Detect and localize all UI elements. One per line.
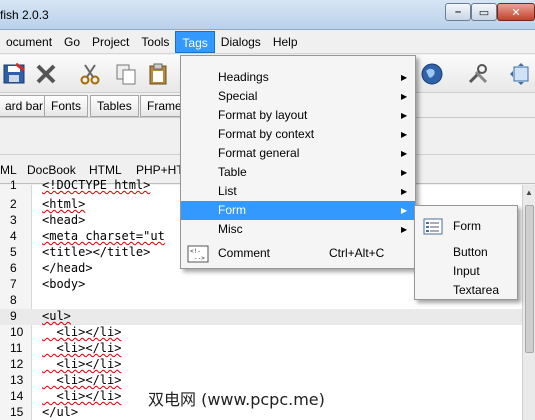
menu-tags[interactable]: Tags [175,30,215,53]
tab-fonts[interactable]: Fonts [44,95,89,117]
menu-item-format-by-layout[interactable]: Format by layout ▶ [181,106,415,125]
menu-project[interactable]: Project [86,31,135,53]
submenu-item-button[interactable]: Button [415,243,517,262]
menu-tools[interactable]: Tools [135,31,175,53]
tools-icon [468,64,488,84]
menu-item-special[interactable]: Special ▶ [181,87,415,106]
menu-item-format-general[interactable]: Format general ▶ [181,144,415,163]
comment-shortcut: Ctrl+Alt+C [329,246,385,260]
tab-html[interactable]: HTML [89,163,122,177]
tab-quickbar[interactable]: ard bar [0,95,51,117]
fullscreen-icon [510,63,529,85]
form-submenu: Form Button Input Textarea [414,205,518,300]
menu-dialogs[interactable]: Dialogs [215,31,267,53]
submenu-item-form[interactable]: Form [415,217,517,236]
minimize-icon: – [454,6,462,18]
vertical-scrollbar[interactable]: ▲ [522,185,535,420]
tags-menu: Headings ▶ Special ▶ Format by layout ▶ For… [180,55,416,269]
save-icon [3,62,25,84]
menu-item-comment[interactable]: <!- --> Comment Ctrl+Alt+C [181,244,415,263]
scissors-icon [80,64,100,85]
svg-text:<!-: <!- [190,248,201,255]
submenu-arrow-icon: ▶ [401,130,408,139]
menu-help[interactable]: Help [267,31,304,53]
editor-line: 10 <li></li> [10,325,122,339]
submenu-arrow-icon: ▶ [401,149,408,158]
menu-item-headings[interactable]: Headings ▶ [181,68,415,87]
window-title: fish 2.0.3 [0,8,49,22]
fullscreen-button[interactable] [507,60,535,88]
submenu-item-textarea[interactable]: Textarea [415,281,517,300]
editor-line: 11 <li></li> [10,341,122,355]
submenu-arrow-icon: ▶ [401,225,408,234]
menu-item-format-by-context[interactable]: Format by context ▶ [181,125,415,144]
comment-icon: <!---> [187,245,209,263]
globe-icon [421,63,443,85]
preferences-button[interactable] [464,60,492,88]
tab-xml[interactable]: ML [0,163,17,177]
browser-preview-button[interactable] [418,60,446,88]
title-bar: fish 2.0.3 – ▭ ✕ [0,0,535,30]
close-icon [36,64,56,84]
save-button[interactable] [0,60,28,88]
scrollbar-thumb[interactable] [525,205,534,353]
menu-item-list[interactable]: List ▶ [181,182,415,201]
current-line: 9 <ul> [0,309,522,325]
close-file-button[interactable] [32,60,60,88]
tab-php-html[interactable]: PHP+HT [136,163,184,177]
submenu-arrow-icon: ▶ [401,187,408,196]
submenu-arrow-icon: ▶ [401,168,408,177]
watermark: 双电网 (www.pcpc.me) [148,386,325,410]
maximize-icon: ▭ [478,6,490,19]
menu-item-table[interactable]: Table ▶ [181,163,415,182]
editor-line: 12 <li></li> [10,357,122,371]
submenu-arrow-icon: ▶ [401,73,408,82]
submenu-item-input[interactable]: Input [415,262,517,281]
maximize-button[interactable]: ▭ [471,3,497,21]
submenu-arrow-icon: ▶ [401,206,408,215]
menu-item-form[interactable]: Form ▶ [181,201,415,220]
close-button[interactable]: ✕ [497,3,535,21]
paste-button[interactable] [144,60,172,88]
minimize-button[interactable]: – [445,3,471,21]
scroll-up-icon[interactable]: ▲ [525,188,533,197]
copy-icon [116,64,136,85]
submenu-arrow-icon: ▶ [401,111,408,120]
copy-button[interactable] [112,60,140,88]
paste-icon [149,63,167,85]
tab-docbook[interactable]: DocBook [27,163,76,177]
menu-go[interactable]: Go [58,31,86,53]
svg-text:-->: --> [194,255,205,262]
menu-document[interactable]: ocument [0,31,58,53]
cut-button[interactable] [76,60,104,88]
menu-bar: ocument Go Project Tools Tags Dialogs He… [0,30,535,54]
tab-tables[interactable]: Tables [90,95,139,117]
menu-item-misc[interactable]: Misc ▶ [181,220,415,239]
close-icon: ✕ [511,6,521,19]
submenu-arrow-icon: ▶ [401,92,408,101]
form-icon [423,218,443,235]
